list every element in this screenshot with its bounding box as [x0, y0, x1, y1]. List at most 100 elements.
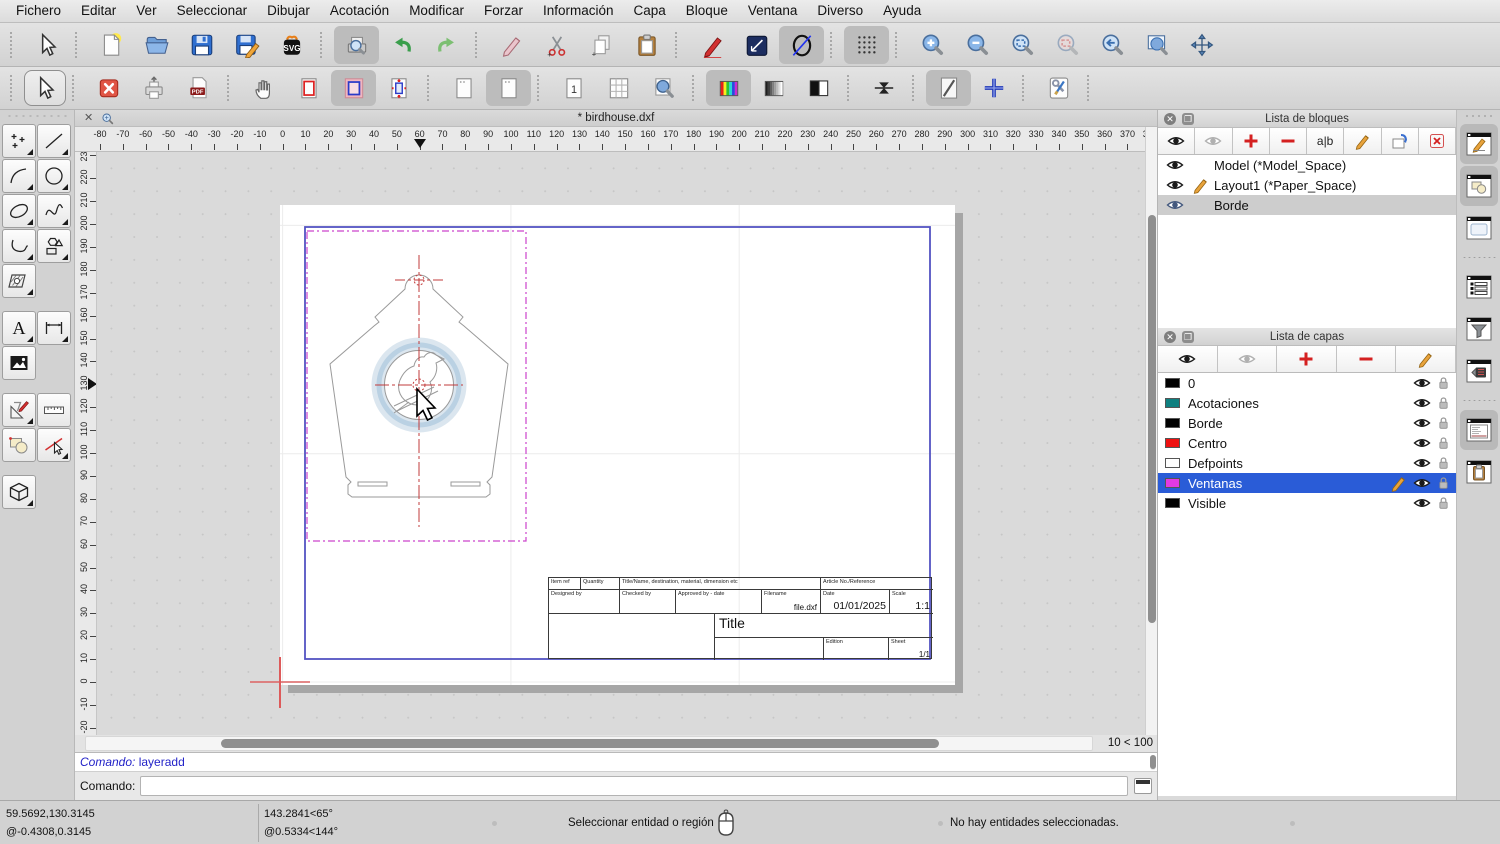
- layer-visibility-eye-icon[interactable]: [1413, 416, 1431, 430]
- page-one-button[interactable]: 1: [551, 70, 596, 106]
- menu-ver[interactable]: Ver: [126, 0, 166, 22]
- layer-row-centro[interactable]: Centro: [1158, 433, 1456, 453]
- zoom-out-button[interactable]: [954, 26, 999, 64]
- draw-polyline-button[interactable]: [2, 229, 36, 263]
- insert-block-button[interactable]: [1381, 128, 1419, 154]
- gradient-bar-button[interactable]: [751, 70, 796, 106]
- crosshair-plus-button[interactable]: [971, 70, 1016, 106]
- menu-diverso[interactable]: Diverso: [807, 0, 873, 22]
- horizontal-scrollbar-thumb[interactable]: [221, 739, 939, 748]
- menu-informaci-n[interactable]: Información: [533, 0, 624, 22]
- draw-dimension-button[interactable]: [37, 311, 71, 345]
- redo-button[interactable]: [424, 26, 469, 64]
- select-entity-button[interactable]: [37, 428, 71, 462]
- snap-grid-button[interactable]: [844, 25, 889, 64]
- zoom-previous-button[interactable]: [1089, 26, 1134, 64]
- layer-visibility-eye-icon[interactable]: [1413, 456, 1431, 470]
- menu-seleccionar[interactable]: Seleccionar: [167, 0, 258, 22]
- dock-pen-window-button[interactable]: [1459, 124, 1498, 164]
- delete-entities-button[interactable]: [489, 26, 534, 64]
- rename-ab-button[interactable]: a|b: [1307, 128, 1345, 154]
- solid-box-button[interactable]: [2, 475, 36, 509]
- draw-polygon-button[interactable]: [37, 229, 71, 263]
- zoom-window-button[interactable]: [1134, 26, 1179, 64]
- menu-ventana[interactable]: Ventana: [738, 0, 808, 22]
- viewport-fill-button[interactable]: [331, 70, 376, 106]
- layer-row-visible[interactable]: Visible: [1158, 493, 1456, 513]
- zoom-auto-button[interactable]: [999, 26, 1044, 64]
- menu-ayuda[interactable]: Ayuda: [873, 0, 931, 22]
- vertical-scrollbar-thumb[interactable]: [1148, 215, 1156, 623]
- page-blank-button[interactable]: [441, 70, 486, 106]
- pages-grid-button[interactable]: [596, 70, 641, 106]
- draw-text-button[interactable]: A: [2, 311, 36, 345]
- copy-button[interactable]: +: [579, 26, 624, 64]
- draw-hatch-button[interactable]: [2, 264, 36, 298]
- select-cursor-button[interactable]: [24, 70, 66, 106]
- block-row-model-model-space-[interactable]: Model (*Model_Space): [1158, 155, 1456, 175]
- draw-spline-button[interactable]: [37, 194, 71, 228]
- cut-button[interactable]: +: [534, 26, 579, 64]
- dock-list-window-button[interactable]: [1460, 267, 1498, 307]
- layer-lock-icon[interactable]: [1437, 455, 1450, 471]
- draft-border-button[interactable]: [286, 70, 331, 106]
- undo-button[interactable]: [379, 26, 424, 64]
- eye-hidden-button[interactable]: [1195, 128, 1233, 154]
- layer-edit-pencil-icon[interactable]: [1390, 475, 1407, 492]
- layer-visibility-eye-icon[interactable]: [1413, 396, 1431, 410]
- menu-acotaci-n[interactable]: Acotación: [320, 0, 399, 22]
- dock-block-window-button[interactable]: [1459, 166, 1498, 206]
- dock-command-window-button[interactable]: [1459, 410, 1498, 450]
- line-attributes-button[interactable]: [734, 26, 779, 64]
- line-width-button[interactable]: [861, 70, 906, 106]
- block-visibility-eye-icon[interactable]: [1166, 178, 1184, 192]
- export-pdf-button[interactable]: PDF: [176, 70, 221, 106]
- menu-forzar[interactable]: Forzar: [474, 0, 533, 22]
- dock-filter-window-button[interactable]: [1460, 309, 1498, 349]
- draw-ellipse-button[interactable]: [2, 194, 36, 228]
- keyboard-focus-icon[interactable]: [1134, 778, 1152, 794]
- zoom-pan-button[interactable]: [1179, 26, 1224, 64]
- new-document-button[interactable]: [89, 26, 134, 64]
- menu-dibujar[interactable]: Dibujar: [257, 0, 320, 22]
- paste-button[interactable]: [624, 26, 669, 64]
- layer-lock-icon[interactable]: [1437, 395, 1450, 411]
- cad-toolbox-button[interactable]: [2, 393, 36, 427]
- block-visibility-eye-icon[interactable]: [1166, 158, 1184, 172]
- eye-visible-button[interactable]: [1158, 346, 1218, 372]
- layer-visibility-eye-icon[interactable]: [1413, 496, 1431, 510]
- dock-plot-window-button[interactable]: [1460, 351, 1498, 391]
- block-tools-button[interactable]: [2, 428, 36, 462]
- insert-image-button[interactable]: [2, 346, 36, 380]
- layer-lock-icon[interactable]: [1437, 375, 1450, 391]
- layer-lock-icon[interactable]: [1437, 475, 1450, 491]
- dock-drag-handle[interactable]: [1463, 114, 1494, 118]
- eye-visible-button[interactable]: [1158, 128, 1196, 154]
- color-bar-button[interactable]: [706, 70, 751, 106]
- export-svg-button[interactable]: SVG: [269, 26, 314, 64]
- settings-tools-button[interactable]: [1036, 70, 1081, 106]
- menu-fichero[interactable]: Fichero: [6, 0, 71, 22]
- print-button[interactable]: [131, 70, 176, 106]
- save-button[interactable]: [179, 26, 224, 64]
- draw-arc-button[interactable]: [2, 159, 36, 193]
- remove-minus-button[interactable]: [1269, 128, 1307, 154]
- delete-block-button[interactable]: [1418, 128, 1456, 154]
- block-visibility-eye-icon[interactable]: [1166, 198, 1184, 212]
- layer-visibility-eye-icon[interactable]: [1413, 436, 1431, 450]
- measure-button[interactable]: [37, 393, 71, 427]
- layer-row-ventanas[interactable]: Ventanas: [1158, 473, 1456, 493]
- close-document-button[interactable]: [86, 70, 131, 106]
- menu-bloque[interactable]: Bloque: [676, 0, 738, 22]
- remove-minus-button[interactable]: [1336, 346, 1397, 372]
- save-as-button[interactable]: [224, 26, 269, 64]
- edit-pencil-button[interactable]: [1344, 128, 1382, 154]
- ellipse-line-button[interactable]: [779, 25, 824, 64]
- layer-row-0[interactable]: 0: [1158, 373, 1456, 393]
- add-plus-button[interactable]: [1277, 346, 1337, 372]
- pan-hand-button[interactable]: [241, 70, 286, 106]
- layer-lock-icon[interactable]: [1437, 415, 1450, 431]
- viewport-fit-button[interactable]: [376, 70, 421, 106]
- open-folder-button[interactable]: [134, 26, 179, 64]
- vertical-scrollbar[interactable]: [1145, 127, 1157, 735]
